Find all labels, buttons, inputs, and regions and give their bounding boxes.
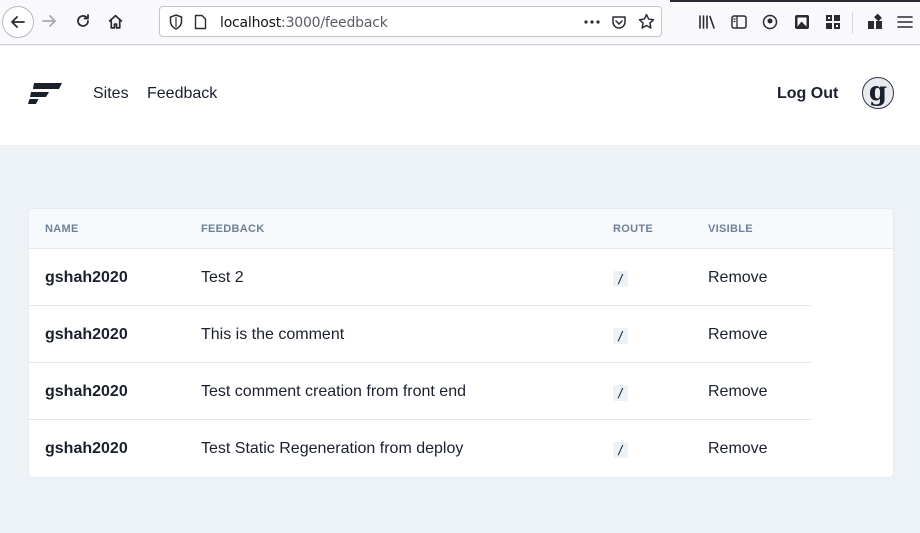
nav-link-sites[interactable]: Sites: [93, 85, 129, 103]
row-author: gshah2020: [45, 440, 128, 457]
remove-button[interactable]: Remove: [708, 326, 768, 344]
row-feedback-text: Test comment creation from front end: [201, 383, 466, 400]
table-row: gshah2020 Test Static Regeneration from …: [29, 420, 811, 477]
row-feedback-text: Test Static Regeneration from deploy: [201, 440, 464, 457]
avatar[interactable]: g: [862, 77, 894, 109]
brand-logo-icon[interactable]: [28, 83, 62, 109]
sidebar-icon[interactable]: [729, 12, 749, 32]
remove-button[interactable]: Remove: [708, 269, 768, 287]
tab-strip-edge: [670, 0, 920, 2]
row-route: /: [613, 271, 629, 287]
extensions-puzzle-icon[interactable]: [865, 12, 885, 32]
extension-screenshot-icon[interactable]: [792, 12, 812, 32]
forward-button[interactable]: [34, 6, 64, 36]
nav-link-feedback[interactable]: Feedback: [147, 85, 217, 103]
logout-button[interactable]: Log Out: [777, 85, 838, 103]
feedback-table: NAME FEEDBACK ROUTE VISIBLE gshah2020 Te…: [29, 209, 893, 477]
row-author: gshah2020: [45, 269, 128, 286]
forward-arrow-icon: [42, 15, 56, 27]
row-feedback-text: This is the comment: [201, 326, 345, 343]
row-route: /: [613, 442, 629, 458]
hamburger-menu-icon[interactable]: [895, 12, 915, 32]
table-row: gshah2020 Test 2 / Remove: [29, 249, 811, 306]
column-header-route: ROUTE: [613, 223, 653, 235]
reload-button[interactable]: [68, 6, 98, 36]
back-button[interactable]: [2, 6, 34, 38]
pocket-icon[interactable]: [611, 14, 627, 30]
bookmark-star-icon[interactable]: [638, 13, 655, 30]
more-actions-icon[interactable]: [584, 20, 600, 24]
toolbar-separator: [852, 12, 853, 34]
url-host: localhost: [220, 15, 282, 31]
page-info-icon[interactable]: [194, 14, 207, 30]
row-feedback-text: Test 2: [201, 269, 244, 286]
remove-button[interactable]: Remove: [708, 440, 768, 458]
browser-toolbar: localhost:3000/feedback: [0, 0, 920, 45]
url-path: :3000/feedback: [281, 15, 388, 31]
back-arrow-icon: [11, 16, 25, 28]
home-button[interactable]: [100, 6, 130, 36]
home-icon: [108, 14, 122, 29]
url-bar[interactable]: localhost:3000/feedback: [159, 6, 662, 37]
row-author: gshah2020: [45, 326, 128, 343]
row-author: gshah2020: [45, 383, 128, 400]
avatar-letter: g: [868, 77, 888, 107]
table-row: gshah2020 Test comment creation from fro…: [29, 363, 811, 420]
extension-grid-icon[interactable]: [823, 12, 843, 32]
row-route: /: [613, 328, 629, 344]
table-row: gshah2020 This is the comment / Remove: [29, 306, 811, 363]
remove-button[interactable]: Remove: [708, 383, 768, 401]
table-header: NAME FEEDBACK ROUTE VISIBLE: [29, 209, 893, 249]
reload-icon: [77, 14, 89, 27]
app-header: Sites Feedback Log Out g: [0, 46, 920, 145]
column-header-feedback: FEEDBACK: [201, 223, 265, 235]
url-text[interactable]: localhost:3000/feedback: [220, 15, 388, 31]
column-header-visible: VISIBLE: [708, 223, 753, 235]
row-route: /: [613, 385, 629, 401]
tracking-shield-icon[interactable]: [169, 14, 183, 30]
column-header-name: NAME: [45, 223, 79, 235]
library-icon[interactable]: [697, 12, 717, 32]
account-icon[interactable]: [760, 12, 780, 32]
